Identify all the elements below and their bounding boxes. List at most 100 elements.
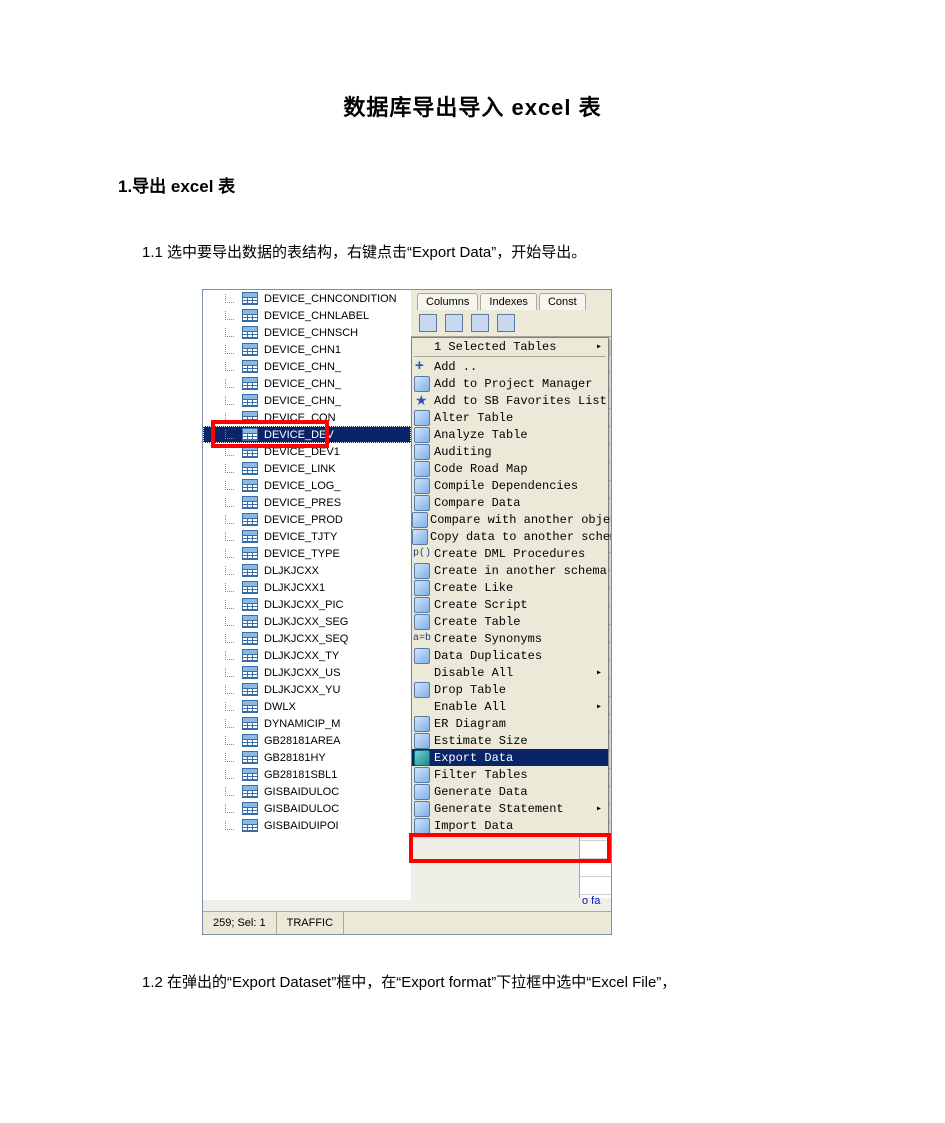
tree-item[interactable]: DEVICE_PROD [203,511,411,528]
tree-item[interactable]: DLJKJCXX_US [203,664,411,681]
tree-branch-icon [225,498,234,507]
step-term: Export Data [412,244,491,261]
tree-item[interactable]: DEVICE_LOG_ [203,477,411,494]
menu-item[interactable]: +Add .. [412,358,608,375]
menu-item-label: Code Road Map [432,462,608,476]
box-icon [412,681,432,698]
menu-item-label: Drop Table [432,683,608,697]
table-icon [242,411,258,424]
action-icon[interactable] [497,314,515,332]
menu-item[interactable]: Compile Dependencies [412,477,608,494]
tree-item-label: DEVICE_CHN_ [264,395,341,407]
menu-item[interactable]: Compare with another object [412,511,608,528]
tree-item[interactable]: GB28181SBL1 [203,766,411,783]
menu-item[interactable]: Import Data [412,817,608,834]
tree-item[interactable]: DLJKJCXX_YU [203,681,411,698]
tree-item-label: DEVICE_TJTY [264,531,337,543]
tree-item[interactable]: DLJKJCXX [203,562,411,579]
tree-item[interactable]: DEVICE_DEV1 [203,443,411,460]
menu-item[interactable]: a=bCreate Synonyms [412,630,608,647]
menu-item[interactable]: ★Add to SB Favorites List [412,392,608,409]
tree-branch-icon [225,736,234,745]
tree-item[interactable]: GB28181AREA [203,732,411,749]
menu-item[interactable]: Filter Tables [412,766,608,783]
tree-item-label: DEVICE_CHNCONDITION [264,293,397,305]
tree-branch-icon [225,294,234,303]
menu-item[interactable]: ER Diagram [412,715,608,732]
step-text: ”， [656,974,676,991]
menu-item[interactable]: Alter Table [412,409,608,426]
menu-item[interactable]: p()Create DML Procedures [412,545,608,562]
menu-item[interactable]: Drop Table [412,681,608,698]
grid-icon[interactable] [471,314,489,332]
tree-item[interactable]: DEVICE_DEV [203,426,411,443]
menu-item[interactable]: Compare Data [412,494,608,511]
menu-item-label: Copy data to another schema [428,530,612,544]
menu-item[interactable]: Generate Statement▸ [412,800,608,817]
menu-item[interactable]: Data Duplicates [412,647,608,664]
tree-item[interactable]: DEVICE_CON [203,409,411,426]
tree-branch-icon [225,413,234,422]
menu-item[interactable]: Enable All▸ [412,698,608,715]
box-icon [412,511,428,528]
table-icon [242,343,258,356]
menu-item[interactable]: Generate Data [412,783,608,800]
menu-item[interactable]: Export Data [412,749,608,766]
tab-const[interactable]: Const [539,293,586,310]
tab-columns[interactable]: Columns [417,293,478,310]
menu-item-label: Enable All [432,700,608,714]
tree-item[interactable]: DEVICE_CHNLABEL [203,307,411,324]
table-icon [242,326,258,339]
menu-item[interactable]: Create in another schema [412,562,608,579]
menu-item-label: Disable All [432,666,608,680]
tree-branch-icon [225,821,234,830]
table-icon [242,683,258,696]
table-icon [242,666,258,679]
tree-item[interactable]: DLJKJCXX_TY [203,647,411,664]
tree-item[interactable]: DEVICE_TJTY [203,528,411,545]
tree-branch-icon [225,583,234,592]
tree-item[interactable]: DEVICE_CHN1 [203,341,411,358]
menu-item-label: Import Data [432,819,608,833]
tree-item[interactable]: DLJKJCXX_SEG [203,613,411,630]
step-text: 1.1 选中要导出数据的表结构，右键点击“ [142,244,412,261]
box-icon [412,766,432,783]
menu-item[interactable]: Copy data to another schema [412,528,608,545]
tree-item[interactable]: DEVICE_CHNCONDITION [203,290,411,307]
box-icon [412,494,432,511]
tree-item-label: GISBAIDULOC [264,803,339,815]
funnel-icon[interactable] [419,314,437,332]
tree-item[interactable]: GISBAIDUIPOI [203,817,411,834]
menu-item[interactable]: Add to Project Manager [412,375,608,392]
tree-item-label: DEVICE_LINK [264,463,336,475]
tab-indexes[interactable]: Indexes [480,293,537,310]
refresh-icon[interactable] [445,314,463,332]
menu-item[interactable]: Code Road Map [412,460,608,477]
menu-item[interactable]: Create Script [412,596,608,613]
tree-item-label: GISBAIDUIPOI [264,820,339,832]
tree-item[interactable]: DEVICE_PRES [203,494,411,511]
tree-item[interactable]: DLJKJCXX1 [203,579,411,596]
tree-item[interactable]: DEVICE_LINK [203,460,411,477]
tree-item[interactable]: GB28181HY [203,749,411,766]
menu-item[interactable]: Create Like [412,579,608,596]
tree-item[interactable]: DWLX [203,698,411,715]
menu-item[interactable]: Estimate Size [412,732,608,749]
tree-item[interactable]: DEVICE_TYPE [203,545,411,562]
menu-item[interactable]: Create Table [412,613,608,630]
menu-item[interactable]: Disable All▸ [412,664,608,681]
tree-branch-icon [225,804,234,813]
tree-item[interactable]: DEVICE_CHN_ [203,392,411,409]
tree-item[interactable]: DEVICE_CHNSCH [203,324,411,341]
step-1-2: 1.2 在弹出的“Export Dataset”框中，在“Export form… [118,971,827,995]
tree-item[interactable]: DYNAMICIP_M [203,715,411,732]
menu-item[interactable]: Analyze Table [412,426,608,443]
tree-item[interactable]: DEVICE_CHN_ [203,375,411,392]
menu-item[interactable]: Auditing [412,443,608,460]
tree-item[interactable]: GISBAIDULOC [203,783,411,800]
tree-item[interactable]: DLJKJCXX_SEQ [203,630,411,647]
menu-item-label: ER Diagram [432,717,608,731]
tree-item[interactable]: GISBAIDULOC [203,800,411,817]
tree-item[interactable]: DLJKJCXX_PIC [203,596,411,613]
tree-item[interactable]: DEVICE_CHN_ [203,358,411,375]
